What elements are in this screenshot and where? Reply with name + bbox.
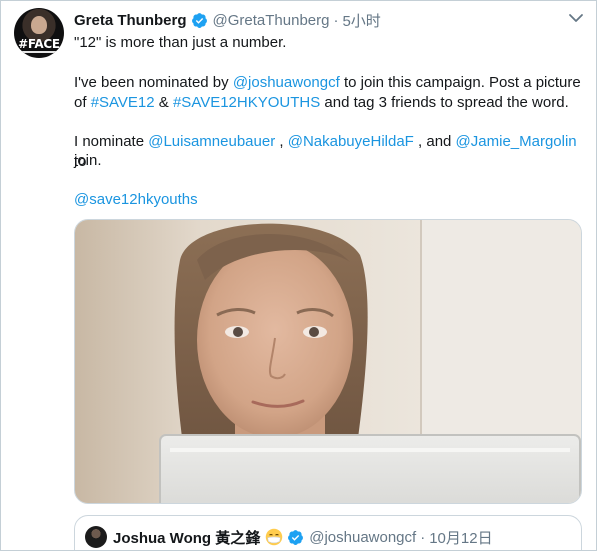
chevron-down-icon[interactable]	[568, 11, 584, 25]
tweet-text: I nominate	[74, 133, 149, 150]
tweet-photo[interactable]	[74, 219, 582, 504]
verified-badge-icon	[191, 12, 207, 28]
mention-link[interactable]: @joshuawongcf	[233, 74, 340, 91]
quoted-author-avatar	[85, 526, 107, 548]
header-separator: ·	[333, 11, 339, 29]
tweet-text-line-1: "12" is more than just a number.	[74, 33, 589, 53]
avatar-logo-text: #FACE	[18, 37, 60, 51]
tweet-text-line-5: join.	[74, 151, 589, 171]
tweet-text-line-2: I've been nominated by @joshuawongcf to …	[74, 73, 589, 93]
tweet-text: to join this campaign. Post a picture	[339, 74, 581, 91]
tweet-text: ,	[275, 133, 288, 150]
mention-link[interactable]: @Jamie_Margolin	[456, 133, 577, 150]
quoted-author-display-name: Joshua Wong 黃之鋒	[113, 529, 261, 547]
author-handle[interactable]: @GretaThunberg	[213, 12, 330, 29]
tweet-card: #FACE Greta Thunberg @GretaThunberg · 5小…	[0, 0, 597, 551]
mention-link[interactable]: @NakabuyeHildaF	[288, 133, 414, 150]
tweet-text-line-6: @save12hkyouths	[74, 190, 589, 210]
tweet-timestamp[interactable]: 5小时	[342, 10, 380, 31]
tweet-text-line-3: of #SAVE12 & #SAVE12HKYOUTHS and tag 3 f…	[74, 93, 589, 113]
tweet-text: "12" is more than just a number.	[74, 34, 287, 51]
verified-badge-icon	[288, 529, 304, 545]
tweet-text: , and	[413, 133, 456, 150]
mention-link[interactable]: @Luisamneubauer	[148, 133, 275, 150]
avatar-logo-underline	[22, 51, 56, 53]
tweet-text: &	[154, 94, 173, 111]
author-display-name[interactable]: Greta Thunberg	[74, 12, 187, 29]
hashtag-link[interactable]: #SAVE12	[91, 94, 155, 111]
quoted-author-handle: @joshuawongcf	[309, 528, 417, 546]
author-avatar[interactable]: #FACE	[14, 8, 64, 58]
tweet-text: I've been nominated by	[74, 74, 233, 91]
quoted-tweet-card[interactable]: Joshua Wong 黃之鋒 @joshuawongcf · 10月12日	[74, 515, 582, 550]
hashtag-link[interactable]: #SAVE12HKYOUTHS	[173, 94, 320, 111]
photo-illustration	[75, 220, 581, 503]
face-with-medical-mask-icon	[265, 528, 283, 546]
tweet-header: Greta Thunberg @GretaThunberg · 5小时	[74, 10, 381, 30]
tweet-text: join.	[74, 152, 102, 169]
tweet-text: and tag 3 friends to spread the word.	[320, 94, 569, 111]
quoted-tweet-header: Joshua Wong 黃之鋒 @joshuawongcf · 10月12日	[113, 527, 493, 547]
tweet-text: of	[74, 94, 91, 111]
quoted-tweet-timestamp: 10月12日	[429, 529, 493, 547]
avatar-face	[31, 16, 47, 34]
mention-link[interactable]: @save12hkyouths	[74, 191, 198, 208]
quoted-header-separator: ·	[420, 528, 426, 546]
